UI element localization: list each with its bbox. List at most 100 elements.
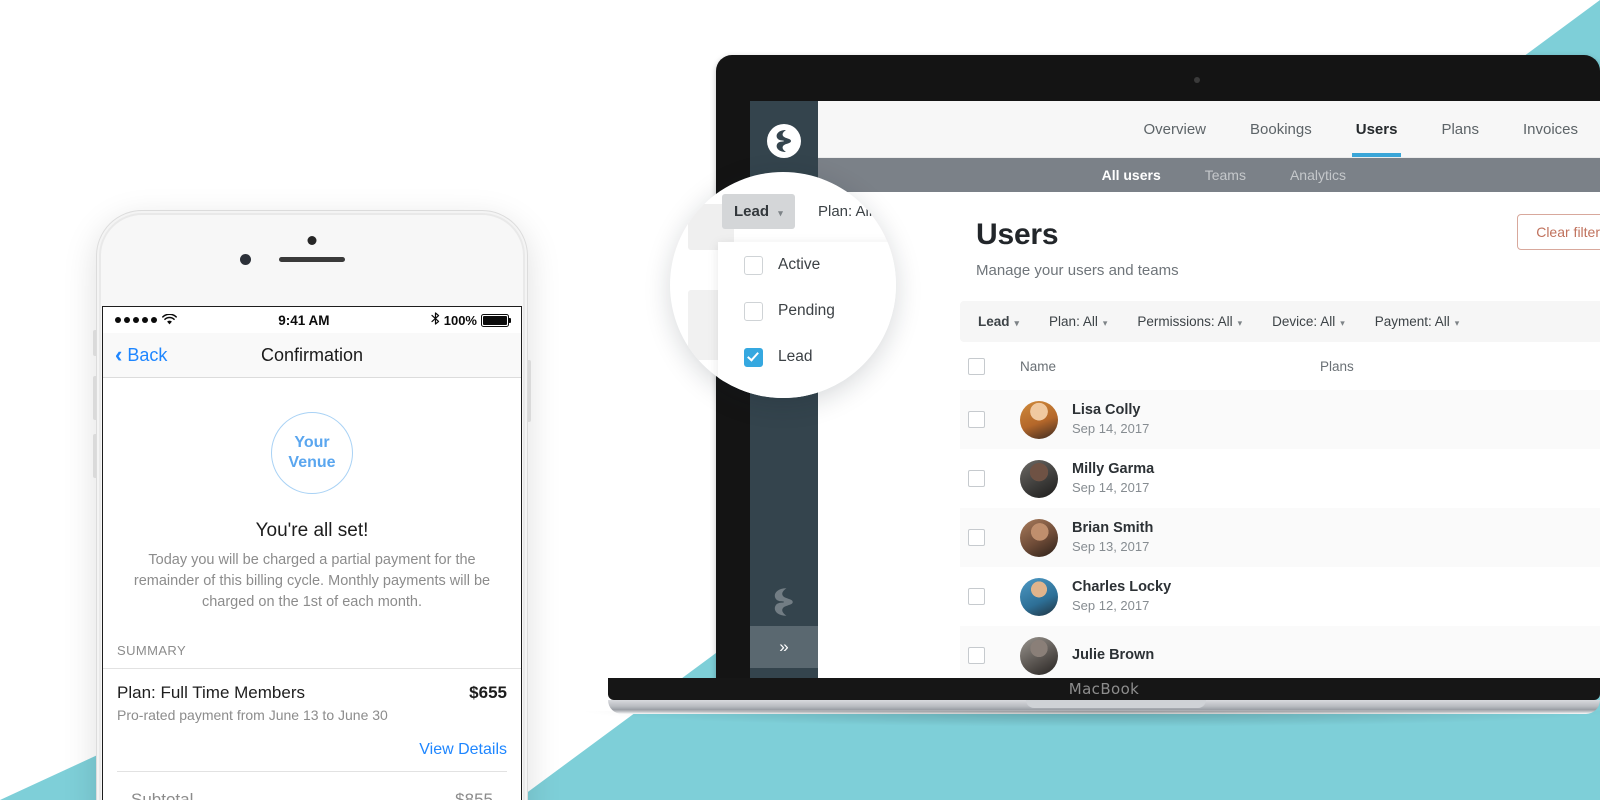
nav-item-overview[interactable]: Overview [1122, 101, 1229, 157]
battery-icon [480, 313, 512, 327]
screenshot-stage: » Overview Bookings Users Plans Invoices [0, 0, 1600, 800]
summary-label: SUMMARY [117, 643, 187, 659]
nav-item-users[interactable]: Users [1334, 101, 1420, 158]
subnav-item-analytics[interactable]: Analytics [1268, 167, 1368, 183]
filter-lead[interactable]: Lead ▾ [978, 314, 1019, 329]
dropdown-option-pending[interactable]: Pending [718, 288, 896, 334]
primary-nav: Overview Bookings Users Plans Invoices [818, 101, 1600, 159]
chip-label: Plan: All [818, 203, 873, 220]
ios-status-bar: 9:41 AM 100% [103, 307, 521, 333]
dropdown-option-active[interactable]: Active [718, 242, 896, 288]
row-name-cell: Brian Smith Sep 13, 2017 [1020, 518, 1320, 557]
nav-label: Invoices [1522, 120, 1578, 138]
plan-name: Plan: Full Time Members [117, 683, 305, 703]
chip-label: Lead [734, 203, 770, 220]
lead-filter-chip[interactable]: Lead ▾ [722, 194, 795, 229]
nav-label: Overview [1143, 120, 1207, 138]
filter-label: Lead [978, 313, 1010, 329]
sidebar-collapse-button[interactable]: » [750, 626, 818, 668]
table-row[interactable]: Lisa Colly Sep 14, 2017 [960, 390, 1600, 449]
user-date: Sep 14, 2017 [1072, 480, 1150, 496]
page-header: Users Manage your users and teams Clear … [818, 192, 1600, 279]
chevron-down-icon: ▾ [1340, 317, 1345, 328]
page-subtitle: Manage your users and teams [976, 261, 1179, 279]
filter-label: Payment: All [1374, 313, 1450, 329]
user-name: Charles Locky [1072, 579, 1172, 596]
clear-filters-button[interactable]: Clear filters [1517, 213, 1600, 250]
user-date: Sep 13, 2017 [1072, 539, 1150, 555]
view-details-link[interactable]: View Details [117, 741, 507, 759]
user-name: Milly Garma [1072, 461, 1155, 478]
magnifier-content: Lead ▾ Plan: All ▾ Active Pending Lead [670, 172, 896, 398]
row-checkbox[interactable] [968, 529, 985, 546]
plan-note: Pro-rated payment from June 13 to June 3… [117, 707, 388, 724]
plan-price: $655 [469, 683, 507, 703]
filter-device[interactable]: Device: All ▾ [1272, 314, 1345, 329]
filter-payment[interactable]: Payment: All ▾ [1375, 314, 1460, 329]
select-all-cell [960, 357, 1020, 375]
status-right: 100% [431, 312, 512, 328]
chevron-down-icon: ▾ [1454, 317, 1460, 328]
user-date: Sep 14, 2017 [1072, 421, 1150, 437]
option-label: Lead [778, 348, 813, 365]
subnav-item-teams[interactable]: Teams [1183, 167, 1268, 183]
iphone-volume-up-button [93, 376, 96, 420]
iphone-device: 9:41 AM 100% ‹ Back Confirmation Your Ve… [93, 210, 531, 800]
option-label: Active [778, 256, 821, 273]
row-checkbox[interactable] [968, 647, 985, 664]
confirmation-headline: You're all set! [255, 520, 369, 541]
ios-nav-bar: ‹ Back Confirmation [103, 333, 521, 378]
back-button[interactable]: ‹ Back [115, 344, 167, 366]
macbook-camera-icon [1194, 77, 1200, 83]
venue-line-1: Your [294, 434, 330, 451]
row-checkbox[interactable] [968, 411, 985, 428]
nav-label: Plans [1441, 120, 1479, 138]
nav-item-plans[interactable]: Plans [1419, 101, 1501, 157]
chevron-down-icon: ▾ [778, 208, 783, 218]
avatar [1020, 577, 1058, 616]
row-checkbox[interactable] [968, 470, 985, 487]
option-checkbox[interactable] [744, 255, 763, 275]
lead-filter-dropdown: Active Pending Lead [718, 242, 896, 398]
table-row[interactable]: Julie Brown [960, 626, 1600, 685]
select-all-checkbox[interactable] [968, 357, 985, 375]
plan-filter-chip[interactable]: Plan: All ▾ [818, 203, 886, 220]
filter-permissions[interactable]: Permissions: All ▾ [1137, 314, 1242, 329]
option-checkbox[interactable] [744, 301, 763, 321]
subnav-item-all-users[interactable]: All users [1080, 167, 1183, 183]
option-checkbox[interactable] [744, 347, 763, 367]
totals-divider [117, 771, 507, 773]
nav-item-bookings[interactable]: Bookings [1228, 101, 1334, 157]
row-checkbox[interactable] [968, 588, 985, 605]
dropdown-option-lead[interactable]: Lead [718, 334, 896, 380]
chevron-left-icon: ‹ [115, 342, 123, 367]
column-header-name: Name [1020, 358, 1057, 374]
row-select-cell [960, 647, 1020, 664]
avatar [1020, 636, 1058, 675]
user-date: Sep 12, 2017 [1072, 598, 1150, 614]
secondary-nav: All users Teams Analytics [818, 158, 1600, 192]
filter-plan[interactable]: Plan: All ▾ [1049, 314, 1107, 329]
iphone-sensor [307, 236, 317, 245]
venue-line-2: Venue [288, 454, 336, 471]
nav-item-invoices[interactable]: Invoices [1501, 101, 1600, 157]
row-select-cell [960, 529, 1020, 546]
iphone-power-button [528, 360, 531, 422]
iphone-screen: 9:41 AM 100% ‹ Back Confirmation Your Ve… [102, 306, 522, 800]
filter-label: Device: All [1272, 313, 1336, 329]
status-left [115, 313, 177, 328]
table-row[interactable]: Brian Smith Sep 13, 2017 [960, 508, 1600, 567]
summary-divider [103, 668, 521, 670]
row-name-cell: Milly Garma Sep 14, 2017 [1020, 459, 1320, 498]
venue-logo-placeholder: Your Venue [271, 412, 353, 494]
s-logo-icon[interactable] [767, 124, 801, 158]
option-label: Pending [778, 302, 835, 319]
row-name-cell: Lisa Colly Sep 14, 2017 [1020, 400, 1320, 439]
table-row[interactable]: Milly Garma Sep 14, 2017 [960, 449, 1600, 508]
brand-text: MacBook [1068, 680, 1140, 698]
table-row[interactable]: Charles Locky Sep 12, 2017 [960, 567, 1600, 626]
iphone-earpiece [279, 257, 345, 262]
users-table: Name Plans Lisa Colly Sep 14, 2017 Milly… [960, 342, 1600, 685]
chevron-down-icon: ▾ [1102, 317, 1108, 328]
row-select-cell [960, 588, 1020, 605]
